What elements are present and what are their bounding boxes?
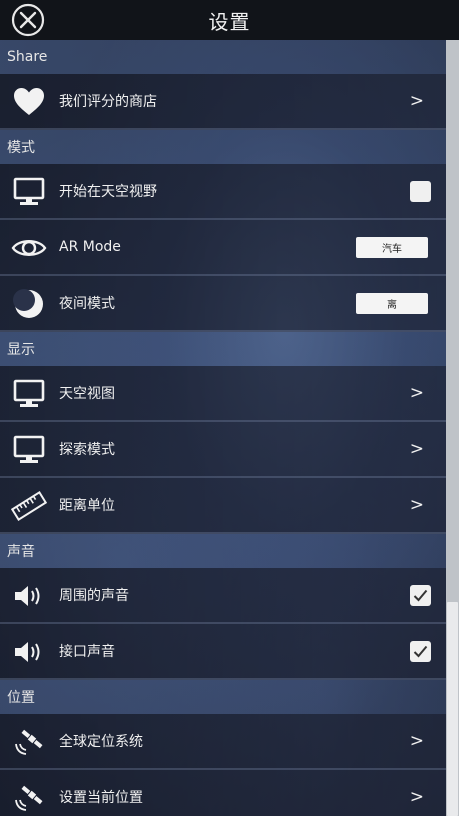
chevron-right-icon[interactable]: > — [410, 731, 424, 751]
settings-row-label: 探索模式 — [59, 442, 115, 458]
checkbox[interactable] — [410, 584, 431, 606]
settings-row-label: 我们评分的商店 — [59, 94, 157, 110]
settings-row-sound-1[interactable]: 接口声音 — [0, 624, 446, 680]
page-title: 设置 — [208, 9, 251, 34]
settings-row-location-1[interactable]: 设置当前位置 > — [0, 770, 446, 816]
settings-row-display-0[interactable]: 天空视图 > — [0, 366, 446, 422]
satellite-icon — [11, 781, 47, 815]
header-bar: 设置 — [0, 0, 459, 40]
section-header-mode: 模式 — [0, 130, 446, 164]
settings-row-label: 全球定位系统 — [59, 734, 143, 750]
settings-row-label: 接口声音 — [59, 644, 115, 660]
settings-row-display-1[interactable]: 探索模式 > — [0, 422, 446, 478]
settings-row-label: 周围的声音 — [59, 588, 129, 604]
checkbox[interactable] — [410, 180, 431, 202]
settings-row-display-2[interactable]: 距离单位 > — [0, 478, 446, 534]
ruler-icon — [11, 489, 47, 523]
monitor-icon — [11, 433, 47, 467]
section-header-share: Share — [0, 40, 446, 74]
section-header-location: 位置 — [0, 680, 446, 714]
settings-row-label: 距离单位 — [59, 498, 115, 514]
settings-row-mode-0[interactable]: 开始在天空视野 — [0, 164, 446, 220]
heart-icon — [11, 85, 47, 119]
close-button[interactable] — [11, 3, 45, 37]
moon-icon — [11, 287, 47, 321]
monitor-icon — [11, 175, 47, 209]
settings-row-label: 夜间模式 — [59, 296, 115, 312]
settings-row-location-0[interactable]: 全球定位系统 > — [0, 714, 446, 770]
speaker-icon — [11, 579, 47, 613]
close-icon — [11, 3, 45, 37]
eye-icon — [11, 231, 47, 265]
chevron-right-icon[interactable]: > — [410, 91, 424, 111]
settings-list[interactable]: Share 我们评分的商店 > 模式 开始在天空视野 AR Mode 汽车 夜间模式离显示 天空… — [0, 40, 446, 816]
scrollbar-thumb[interactable] — [447, 602, 458, 816]
speaker-icon — [11, 635, 47, 669]
chevron-right-icon[interactable]: > — [410, 495, 424, 515]
checkmark-icon — [413, 645, 428, 657]
settings-row-label: 开始在天空视野 — [59, 184, 157, 200]
scrollbar[interactable] — [446, 40, 459, 816]
settings-row-label: 设置当前位置 — [59, 790, 143, 806]
settings-row-label: AR Mode — [59, 239, 121, 255]
checkbox[interactable] — [410, 640, 431, 662]
satellite-icon — [11, 725, 47, 759]
value-button[interactable]: 汽车 — [356, 236, 428, 258]
chevron-right-icon[interactable]: > — [410, 439, 424, 459]
section-header-display: 显示 — [0, 332, 446, 366]
settings-row-mode-2[interactable]: 夜间模式 离 — [0, 276, 446, 332]
settings-row-label: 天空视图 — [59, 386, 115, 402]
settings-row-sound-0[interactable]: 周围的声音 — [0, 568, 446, 624]
value-button[interactable]: 离 — [356, 292, 428, 314]
monitor-icon — [11, 377, 47, 411]
checkmark-icon — [413, 589, 428, 601]
section-header-sound: 声音 — [0, 534, 446, 568]
settings-row-mode-1[interactable]: AR Mode 汽车 — [0, 220, 446, 276]
chevron-right-icon[interactable]: > — [410, 383, 424, 403]
settings-row-share-0[interactable]: 我们评分的商店 > — [0, 74, 446, 130]
chevron-right-icon[interactable]: > — [410, 787, 424, 807]
